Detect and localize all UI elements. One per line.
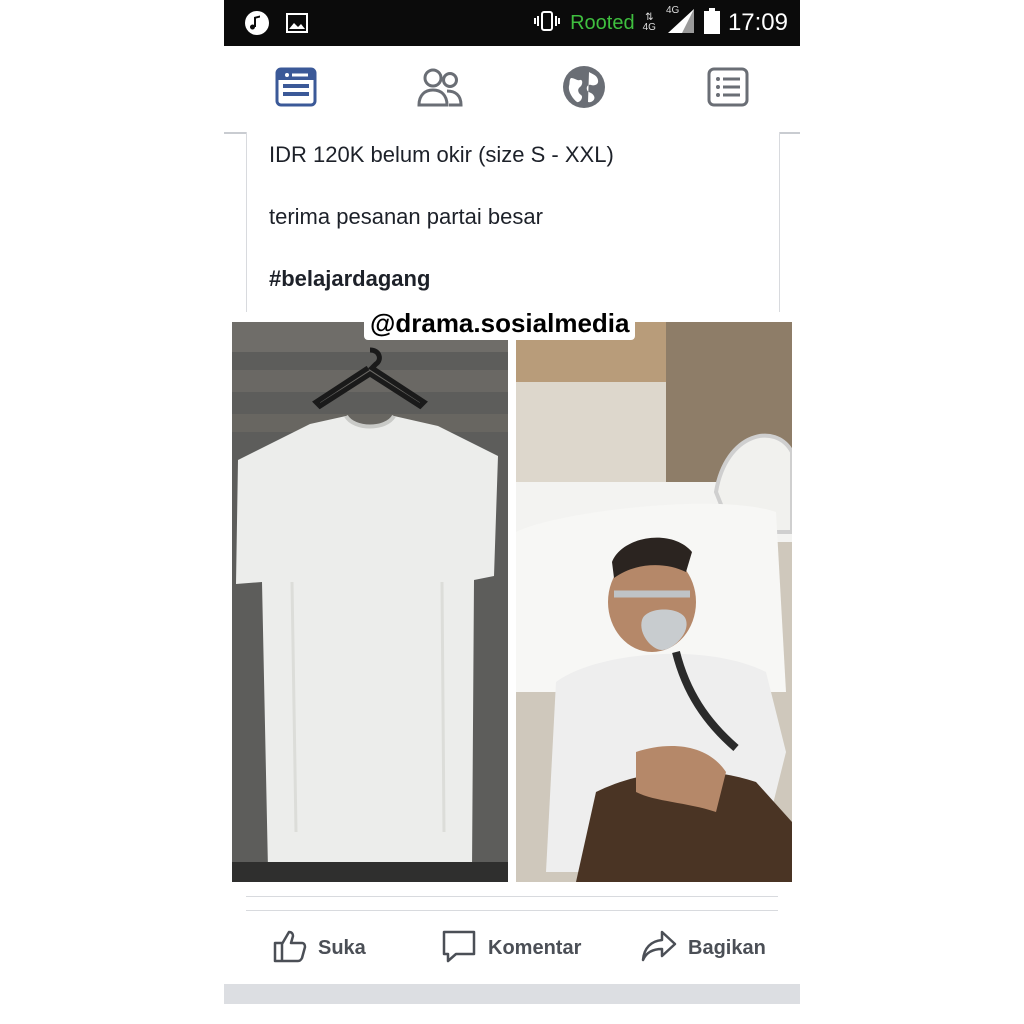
top-nav-bar bbox=[224, 46, 800, 134]
menu-list-icon bbox=[707, 67, 749, 112]
thumbs-up-icon bbox=[272, 928, 308, 969]
clock: 17:09 bbox=[727, 9, 788, 36]
post-text-line: IDR 120K belum okir (size S - XXL) bbox=[269, 142, 614, 167]
hashtag-link[interactable]: #belajardagang bbox=[269, 266, 430, 292]
rooted-label: Rooted bbox=[570, 11, 635, 34]
comment-bubble-icon bbox=[440, 928, 478, 969]
comment-label: Komentar bbox=[488, 936, 582, 959]
music-note-icon bbox=[244, 10, 270, 41]
vibrate-icon bbox=[532, 10, 562, 37]
share-button[interactable]: Bagikan bbox=[640, 928, 766, 968]
photo-hospital[interactable] bbox=[516, 322, 792, 882]
status-bar: Rooted ⇅ 4G 4G 17:09 bbox=[224, 0, 800, 46]
divider bbox=[246, 896, 778, 897]
news-feed-icon bbox=[275, 67, 317, 112]
share-label: Bagikan bbox=[688, 936, 766, 959]
comment-button[interactable]: Komentar bbox=[440, 928, 581, 968]
battery-icon bbox=[703, 7, 720, 39]
like-button[interactable]: Suka bbox=[272, 928, 366, 968]
tab-news-feed[interactable] bbox=[266, 64, 326, 114]
network-type-label: 4G bbox=[665, 4, 680, 16]
globe-icon bbox=[561, 64, 607, 115]
status-bar-left bbox=[244, 10, 308, 41]
gallery-icon bbox=[286, 13, 308, 38]
divider bbox=[246, 910, 778, 911]
post-card: IDR 120K belum okir (size S - XXL) terim… bbox=[246, 132, 780, 312]
share-arrow-icon bbox=[640, 928, 678, 969]
tab-menu[interactable] bbox=[698, 64, 758, 114]
network-indicator: ⇅ 4G bbox=[643, 13, 656, 33]
friends-icon bbox=[417, 67, 463, 112]
photo-tshirt[interactable] bbox=[232, 322, 508, 882]
watermark-label: @drama.sosialmedia bbox=[364, 306, 636, 340]
tab-friends[interactable] bbox=[410, 64, 470, 114]
post-photos bbox=[232, 322, 792, 882]
hospital-image bbox=[516, 322, 792, 882]
signal-icon: 4G bbox=[664, 4, 696, 40]
like-label: Suka bbox=[318, 936, 366, 959]
feed-separator bbox=[224, 984, 800, 1004]
phone-screen: Rooted ⇅ 4G 4G 17:09 IDR 120K belum okir… bbox=[224, 0, 800, 1024]
post-text-line: terima pesanan partai besar bbox=[269, 204, 543, 229]
tshirt-image bbox=[232, 322, 508, 882]
tab-notifications[interactable] bbox=[554, 64, 614, 114]
network-sub-label: 4G bbox=[642, 22, 656, 33]
status-bar-right: Rooted ⇅ 4G 4G 17:09 bbox=[532, 4, 788, 40]
